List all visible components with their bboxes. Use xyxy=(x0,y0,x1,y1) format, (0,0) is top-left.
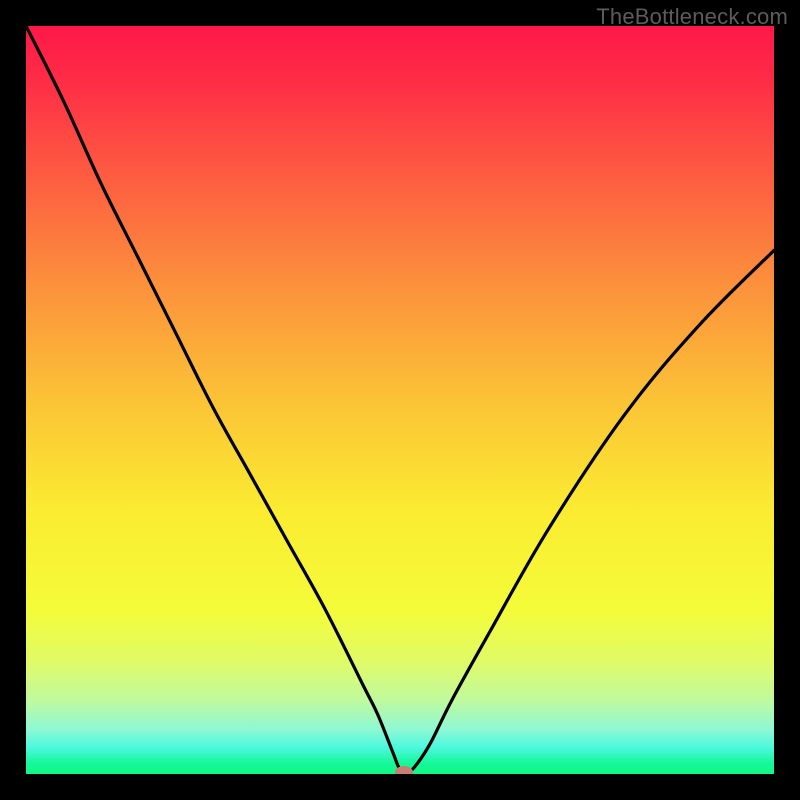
chart-frame: TheBottleneck.com xyxy=(0,0,800,800)
gradient-background xyxy=(26,26,774,774)
watermark-text: TheBottleneck.com xyxy=(596,4,788,30)
chart-svg xyxy=(26,26,774,774)
plot-area xyxy=(26,26,774,774)
optimal-point-marker xyxy=(395,766,413,774)
